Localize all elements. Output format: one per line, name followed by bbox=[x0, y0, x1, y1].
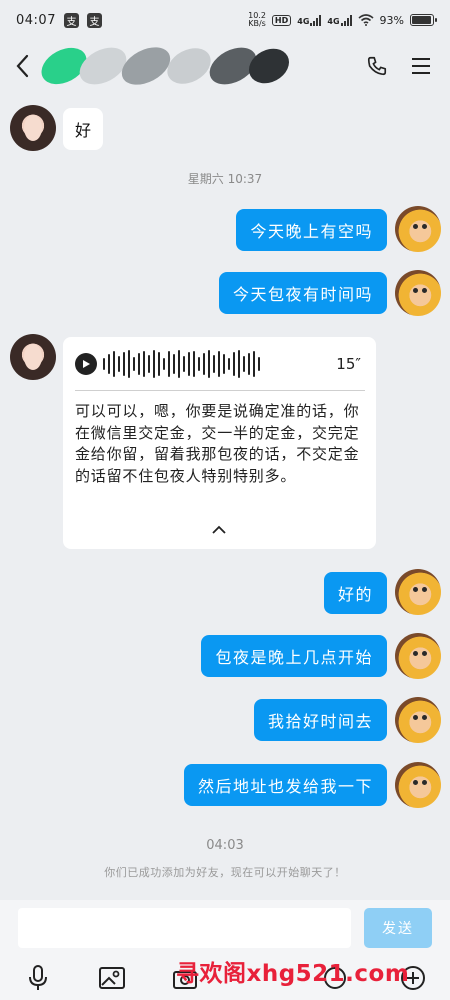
message-bubble-outgoing[interactable]: 包夜是晚上几点开始 bbox=[201, 635, 387, 677]
waveform-bar bbox=[258, 357, 260, 371]
play-icon bbox=[83, 360, 90, 368]
message-bubble-outgoing[interactable]: 今天包夜有时间吗 bbox=[218, 272, 387, 314]
voice-waveform bbox=[103, 349, 260, 379]
status-time: 04:07 bbox=[16, 12, 56, 28]
hd-badge: HD bbox=[271, 14, 292, 26]
my-avatar[interactable] bbox=[395, 762, 441, 808]
my-avatar[interactable] bbox=[395, 270, 441, 316]
app-notification-icon: 支 bbox=[86, 12, 102, 28]
message-bubble-outgoing[interactable]: 然后地址也发给我一下 bbox=[183, 764, 387, 806]
waveform-bar bbox=[238, 350, 240, 378]
message-text: 好的 bbox=[337, 585, 373, 604]
message-text: 包夜是晚上几点开始 bbox=[215, 648, 373, 667]
chevron-up-icon bbox=[212, 525, 226, 534]
waveform-bar bbox=[123, 352, 125, 376]
voice-transcript: 可以可以，嗯，你要是说确定准的话，你在微信里交定金，交一半的定金，交完定金给你留… bbox=[75, 402, 360, 485]
waveform-bar bbox=[203, 353, 205, 375]
message-bubble-outgoing[interactable]: 好的 bbox=[323, 572, 387, 614]
waveform-bar bbox=[113, 351, 115, 377]
waveform-bar bbox=[253, 351, 255, 377]
timestamp: 星期六 10:37 bbox=[187, 172, 263, 186]
waveform-bar bbox=[188, 352, 190, 376]
divider bbox=[75, 390, 365, 391]
waveform-bar bbox=[148, 355, 150, 373]
wifi-icon bbox=[358, 14, 374, 26]
menu-icon bbox=[412, 58, 430, 74]
my-avatar[interactable] bbox=[395, 206, 441, 252]
image-icon bbox=[99, 967, 125, 989]
waveform-bar bbox=[228, 358, 230, 370]
waveform-bar bbox=[138, 353, 140, 375]
signal-icon: 4G bbox=[327, 14, 352, 26]
battery-icon bbox=[410, 14, 437, 26]
menu-button[interactable] bbox=[408, 53, 434, 79]
contact-avatar[interactable] bbox=[10, 105, 56, 151]
my-avatar[interactable] bbox=[395, 569, 441, 615]
message-bubble-incoming[interactable]: 好 bbox=[63, 108, 103, 150]
waveform-bar bbox=[153, 350, 155, 378]
message-bubble-outgoing[interactable]: 今天晚上有空吗 bbox=[236, 209, 387, 251]
waveform-bar bbox=[133, 357, 135, 371]
message-text: 今天包夜有时间吗 bbox=[232, 285, 373, 304]
send-button[interactable]: 发送 bbox=[364, 908, 432, 948]
voice-input-button[interactable] bbox=[23, 963, 53, 993]
contact-name-redacted bbox=[35, 39, 298, 93]
app-notification-icon: 支 bbox=[63, 12, 79, 28]
waveform-bar bbox=[143, 351, 145, 377]
watermark: 寻欢阁xhg521.com bbox=[176, 961, 410, 987]
waveform-bar bbox=[193, 351, 195, 377]
chevron-left-icon bbox=[16, 54, 29, 78]
signal-icon: 4G bbox=[297, 14, 322, 26]
status-bar: 04:07 支 支 10.2 KB/s HD 4G 4G 93% bbox=[0, 0, 450, 40]
contact-avatar[interactable] bbox=[10, 334, 56, 380]
voice-duration: 15″ bbox=[336, 355, 361, 373]
waveform-bar bbox=[243, 356, 245, 372]
image-button[interactable] bbox=[97, 963, 127, 993]
waveform-bar bbox=[163, 358, 165, 370]
message-text: 好 bbox=[74, 121, 91, 140]
system-notice: 你们已成功添加为好友，现在可以开始聊天了！ bbox=[104, 866, 346, 879]
back-button[interactable] bbox=[10, 46, 34, 86]
waveform-bar bbox=[178, 350, 180, 378]
message-text: 今天晚上有空吗 bbox=[250, 222, 373, 241]
message-bubble-outgoing[interactable]: 我拾好时间去 bbox=[253, 699, 387, 741]
chat-area[interactable]: 好 星期六 10:37 今天晚上有空吗 今天包夜有时间吗 15″ 可以可以，嗯，… bbox=[0, 92, 450, 900]
message-text: 然后地址也发给我一下 bbox=[197, 777, 373, 796]
call-button[interactable] bbox=[364, 53, 390, 79]
phone-icon bbox=[367, 56, 387, 76]
net-speed: 10.2 KB/s bbox=[248, 11, 266, 28]
waveform-bar bbox=[213, 355, 215, 373]
collapse-transcript-button[interactable] bbox=[207, 520, 231, 538]
waveform-bar bbox=[233, 352, 235, 376]
my-avatar[interactable] bbox=[395, 697, 441, 743]
input-bar: 发送 bbox=[0, 900, 450, 955]
waveform-bar bbox=[198, 357, 200, 371]
waveform-bar bbox=[103, 358, 105, 370]
waveform-bar bbox=[158, 352, 160, 376]
waveform-bar bbox=[118, 356, 120, 372]
message-input[interactable] bbox=[18, 908, 351, 948]
waveform-bar bbox=[128, 350, 130, 378]
my-avatar[interactable] bbox=[395, 633, 441, 679]
waveform-bar bbox=[248, 353, 250, 375]
waveform-bar bbox=[208, 350, 210, 378]
play-voice-button[interactable] bbox=[75, 353, 97, 375]
waveform-bar bbox=[108, 354, 110, 374]
voice-message-card[interactable]: 15″ 可以可以，嗯，你要是说确定准的话，你在微信里交定金，交一半的定金，交完定… bbox=[63, 337, 376, 549]
timestamp: 04:03 bbox=[206, 838, 244, 853]
chat-header bbox=[0, 39, 450, 93]
battery-percent: 93% bbox=[379, 13, 404, 27]
mic-icon bbox=[29, 965, 47, 990]
waveform-bar bbox=[218, 351, 220, 377]
waveform-bar bbox=[183, 356, 185, 372]
waveform-bar bbox=[168, 351, 170, 377]
waveform-bar bbox=[223, 354, 225, 374]
waveform-bar bbox=[173, 354, 175, 374]
message-text: 我拾好时间去 bbox=[267, 712, 373, 731]
